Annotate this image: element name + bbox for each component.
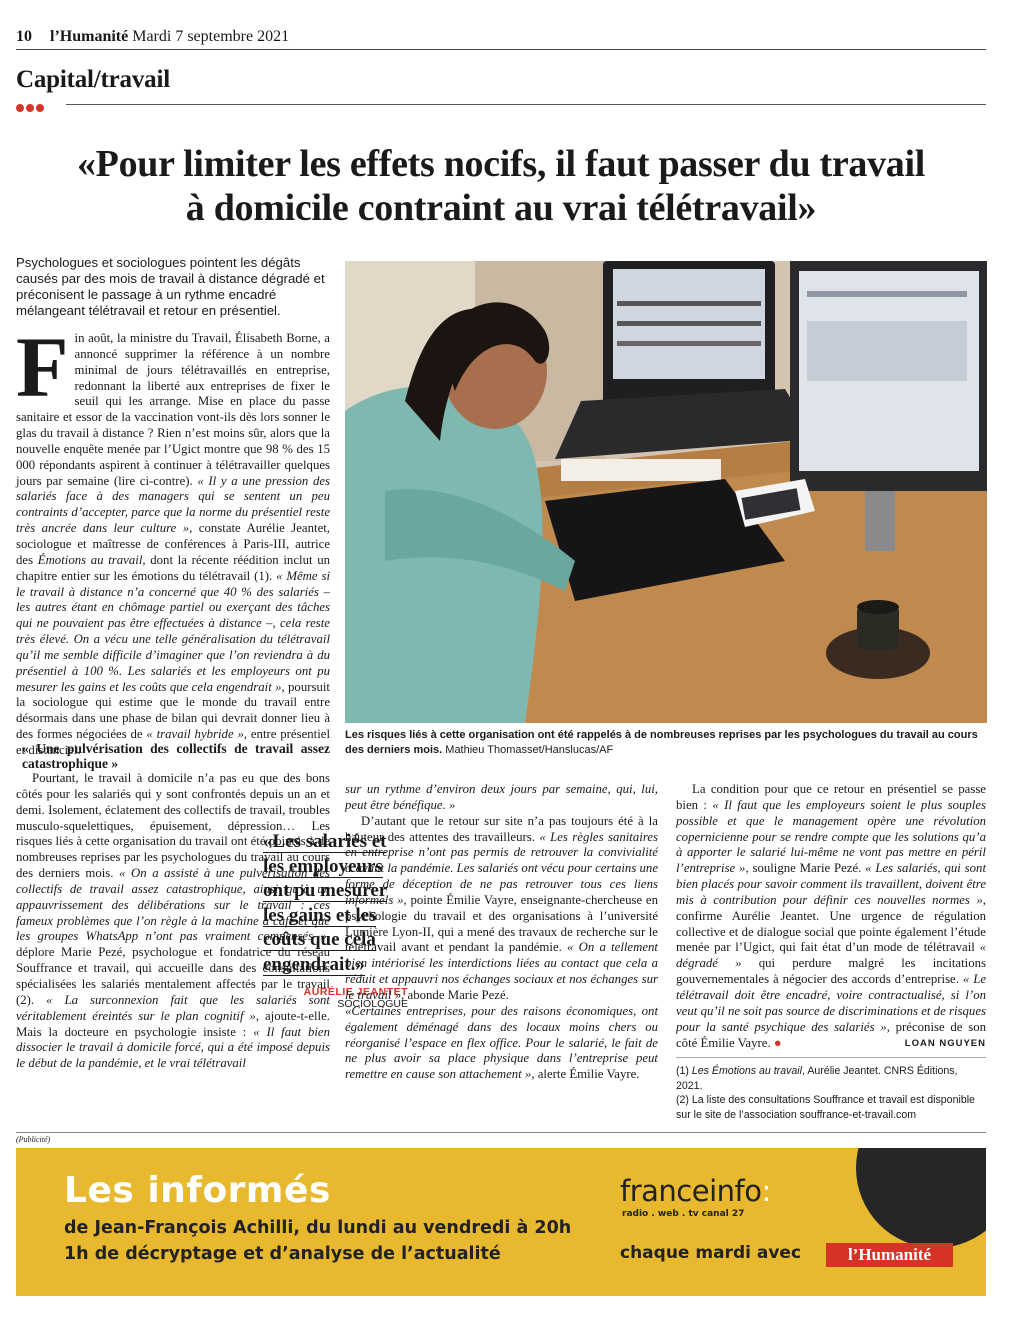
headline: «Pour limiter les effets nocifs, il faut… [16,142,986,230]
article-column-3: sur un rythme d’environ deux jours par s… [345,782,658,1083]
ad-divider [16,1132,986,1133]
headline-line-2: à domicile contraint au vrai télétravail… [185,187,817,229]
notes-divider [676,1057,986,1058]
issue-date: Mardi 7 septembre 2021 [132,28,290,45]
franceinfo-subtitle: radio . web . tv canal 27 [622,1209,745,1219]
advertisement-banner[interactable]: Les informés de Jean-François Achilli, d… [16,1148,986,1296]
newspaper-brand: l’Humanité [50,28,129,45]
article-column-4: La condition pour que ce retour en prése… [676,782,986,1051]
footnotes: (1) Les Émotions au travail, Aurélie Jea… [676,1064,986,1122]
section-dots [16,99,56,112]
franceinfo-wordmark: franceinfo [620,1174,762,1208]
book-title: Émotions au travail, [37,552,146,567]
page-number: 10 [16,28,32,45]
humanite-logo: l’Humanité [826,1243,953,1267]
caption-text: Les risques liés à cette organisation on… [345,729,978,756]
ad-line-2: 1h de décryptage et d’analyse de l’actua… [64,1244,501,1264]
franceinfo-logo: franceinfo: [620,1174,771,1208]
intertitle: « Une pulvérisation des collectifs de tr… [22,741,330,771]
photo-illustration [345,261,987,723]
page-header: 10 l’Humanité Mardi 7 septembre 2021 [16,26,986,50]
drop-cap: F [16,319,69,415]
quote: sur un rythme d’environ deux jours par s… [345,782,658,812]
ad-title: Les informés [64,1170,331,1211]
section-divider [66,104,986,105]
book-title: Les Émotions au travail [691,1065,803,1077]
headline-line-1: «Pour limiter les effets nocifs, il faut… [76,143,926,185]
quote: « travail hybride » [146,727,244,742]
ad-tuesday-text: chaque mardi avec [620,1243,802,1263]
photo-credit: Mathieu Thomasset/Hanslucas/AF [442,744,614,756]
text: (1) [676,1065,692,1077]
footnote-2: (2) La liste des consultations Souffranc… [676,1094,975,1121]
text: , alerte Émilie Vayre. [531,1067,640,1082]
text: , souligne Marie Pezé. [745,861,866,876]
section-title: Capital/travail [16,66,170,93]
standfirst: Psychologues et sociologues pointent les… [16,255,325,318]
author-signature: LOAN NGUYEN [904,1038,986,1049]
article-column-1: Fin août, la ministre du Travail, Élisab… [16,319,330,759]
text: , abonde Marie Pezé. [401,987,509,1002]
ad-label: (Publicité) [16,1135,51,1144]
quote: « Même si le travail à distance n’a conc… [16,568,330,694]
ad-line-1: de Jean-François Achilli, du lundi au ve… [64,1218,572,1238]
franceinfo-colon: : [761,1174,771,1208]
footnote-1: (1) Les Émotions au travail, Aurélie Jea… [676,1064,986,1093]
ad-circle-shape [856,1148,986,1248]
photo-caption: Les risques liés à cette organisation on… [345,728,987,758]
article-photo [345,261,987,723]
